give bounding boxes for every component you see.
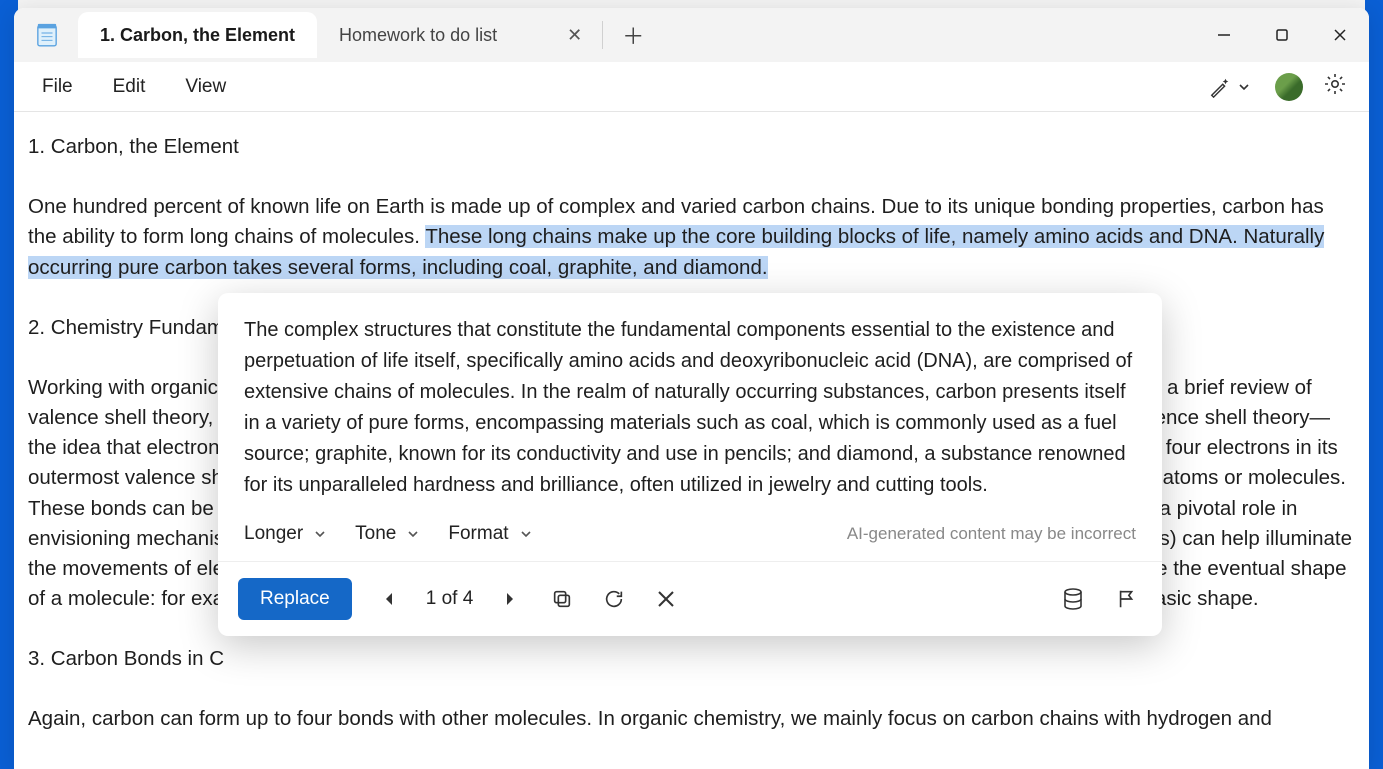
heading-3: 3. Carbon Bonds in C — [28, 644, 1355, 674]
copy-button[interactable] — [547, 584, 577, 614]
minimize-button[interactable] — [1195, 8, 1253, 62]
history-button[interactable] — [1058, 584, 1088, 614]
tone-label: Tone — [355, 523, 396, 545]
refresh-icon — [603, 588, 625, 610]
paragraph-3: Again, carbon can form up to four bonds … — [28, 704, 1355, 734]
stack-icon — [1062, 587, 1084, 611]
replace-button[interactable]: Replace — [238, 578, 352, 620]
close-window-button[interactable] — [1311, 8, 1369, 62]
settings-button[interactable] — [1319, 68, 1351, 105]
tab-active[interactable]: 1. Carbon, the Element — [78, 12, 317, 58]
user-avatar[interactable] — [1275, 73, 1303, 101]
next-suggestion-button[interactable] — [495, 584, 525, 614]
chevron-down-icon — [406, 527, 420, 541]
discard-button[interactable] — [651, 584, 681, 614]
tone-dropdown[interactable]: Tone — [355, 523, 420, 545]
window-controls — [1195, 8, 1369, 62]
tab-inactive-label: Homework to do list — [339, 25, 497, 46]
gear-icon — [1323, 72, 1347, 96]
suggestion-counter: 1 of 4 — [426, 588, 474, 610]
maximize-button[interactable] — [1253, 8, 1311, 62]
flag-icon — [1116, 588, 1138, 610]
copy-icon — [551, 588, 573, 610]
ai-action-bar: Replace 1 of 4 — [218, 562, 1162, 636]
paragraph-1: One hundred percent of known life on Ear… — [28, 192, 1355, 282]
ai-rewrite-popup: The complex structures that constitute t… — [218, 293, 1162, 636]
heading-1: 1. Carbon, the Element — [28, 132, 1355, 162]
format-label: Format — [448, 523, 508, 545]
magic-pen-icon — [1209, 76, 1231, 98]
tab-active-label: 1. Carbon, the Element — [100, 25, 295, 46]
tab-inactive[interactable]: Homework to do list ✕ — [317, 12, 594, 58]
menubar: File Edit View — [14, 62, 1369, 112]
feedback-button[interactable] — [1112, 584, 1142, 614]
titlebar: 1. Carbon, the Element Homework to do li… — [14, 8, 1369, 62]
menu-edit[interactable]: Edit — [93, 70, 166, 104]
chevron-down-icon — [1237, 80, 1251, 94]
ai-disclaimer: AI-generated content may be incorrect — [847, 524, 1136, 544]
regenerate-button[interactable] — [599, 584, 629, 614]
longer-label: Longer — [244, 523, 303, 545]
menu-view[interactable]: View — [165, 70, 246, 104]
chevron-down-icon — [313, 527, 327, 541]
new-tab-button[interactable]: ＋ — [615, 17, 651, 53]
chevron-down-icon — [519, 527, 533, 541]
ai-rewrite-button[interactable] — [1201, 72, 1259, 102]
tab-separator — [602, 21, 603, 49]
prev-suggestion-button[interactable] — [374, 584, 404, 614]
longer-dropdown[interactable]: Longer — [244, 523, 327, 545]
format-dropdown[interactable]: Format — [448, 523, 532, 545]
menu-file[interactable]: File — [22, 70, 93, 104]
close-icon — [656, 589, 676, 609]
ai-options-row: Longer Tone Format AI-generated content … — [218, 515, 1162, 562]
notepad-app-icon — [36, 22, 58, 48]
ai-suggestion-text: The complex structures that constitute t… — [218, 293, 1162, 515]
close-tab-icon[interactable]: ✕ — [567, 25, 582, 46]
